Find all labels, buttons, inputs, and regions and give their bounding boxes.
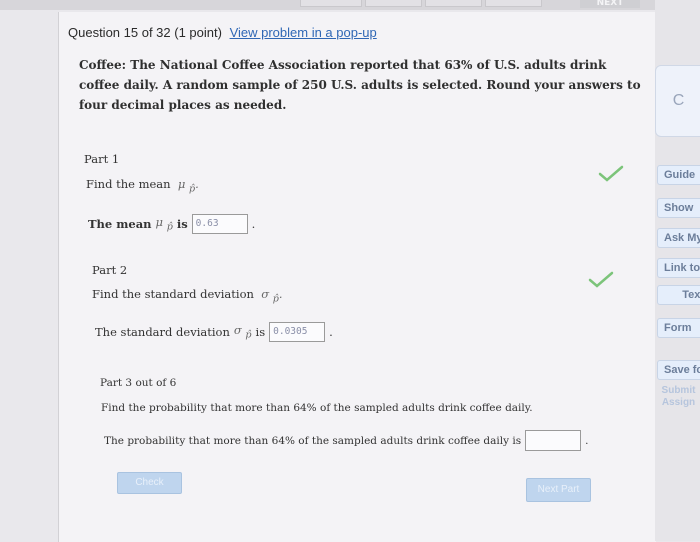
calculator-button[interactable]: C [655,65,700,137]
part1-title: Part 1 [84,152,120,166]
textbook-button[interactable]: Text [657,285,700,305]
toolbar-tab[interactable] [300,0,362,7]
toolbar-tab[interactable] [365,0,422,7]
part2-correct-check-icon [588,271,614,288]
part2-question: Find the standard deviation σ p̂. [92,287,283,304]
next-part-button[interactable]: Next Part [526,478,591,502]
part3-answer-line: The probability that more than 64% of th… [104,430,588,451]
popup-link[interactable]: View problem in a pop-up [230,25,377,40]
part1-question: Find the mean μ p̂. [86,177,199,194]
sigma-p-hat-symbol: σ p̂. [257,287,283,305]
part2-title: Part 2 [92,263,128,277]
part1-answer-input[interactable]: 0.63 [191,214,248,234]
part3-answer-input[interactable] [525,430,582,451]
part3-title: Part 3 out of 6 [100,377,177,389]
part1-answer-line: The mean μ p̂ is 0.63. [88,214,256,234]
next-button[interactable]: NEXT [580,0,640,8]
problem-prompt: Coffee: The National Coffee Association … [79,58,641,112]
link-to-text-button[interactable]: Link to [657,258,700,278]
part1-answer-mid: is [176,217,188,231]
mu-p-hat-symbol: μ p̂ [155,215,173,233]
part1-answer-prefix: The mean [88,217,152,231]
submit-assignment-button[interactable]: Submit Assign [657,385,700,409]
top-toolbar: NEXT [0,0,700,10]
part2-question-text: Find the standard deviation [92,287,254,301]
question-number: Question 15 of 32 (1 point) [68,25,222,40]
part2-answer-input[interactable]: 0.0305 [269,322,326,342]
question-header: Question 15 of 32 (1 point) View problem… [68,25,377,40]
part2-answer-line: The standard deviation σ p̂ is 0.0305. [95,322,333,342]
ask-my-instructor-button[interactable]: Ask My [657,228,700,248]
show-button[interactable]: Show [657,198,700,218]
toolbar-tab[interactable] [485,0,542,7]
check-button[interactable]: Check [117,472,182,494]
part3-question: Find the probability that more than 64% … [101,402,533,414]
sigma-p-hat-symbol: σ p̂ [233,323,252,341]
part2-answer-mid: is [255,325,266,339]
part3-answer-prefix: The probability that more than 64% of th… [104,434,522,447]
part2-answer-prefix: The standard deviation [95,325,230,339]
save-for-later-button[interactable]: Save for [657,360,700,380]
mu-p-hat-symbol: μ p̂. [174,177,199,195]
formulas-button[interactable]: Form [657,318,700,338]
toolbar-tab[interactable] [425,0,482,7]
guided-solution-button[interactable]: Guide [657,165,700,185]
part1-question-text: Find the mean [86,177,171,191]
part1-correct-check-icon [598,165,624,182]
